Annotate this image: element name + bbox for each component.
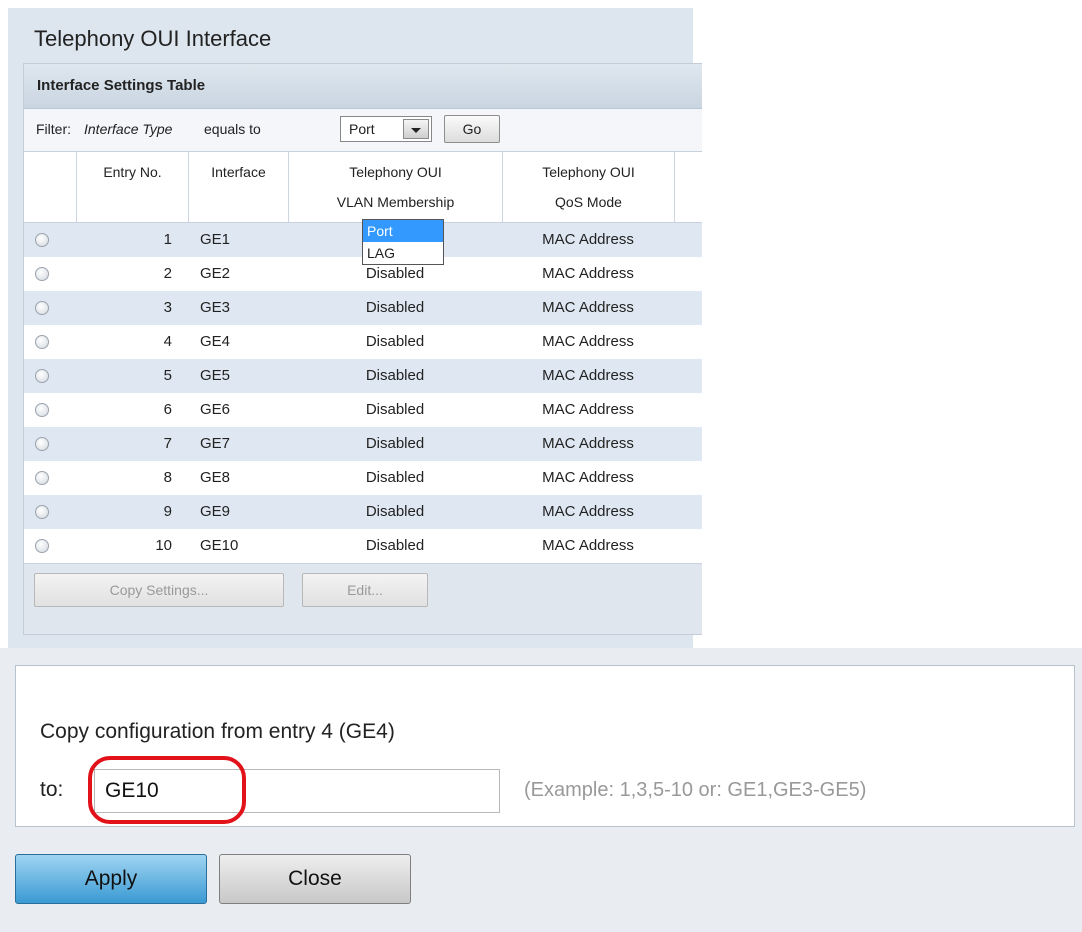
row-interface: GE2	[200, 265, 231, 282]
row-entry-no: 10	[155, 537, 172, 554]
filter-field-name: Interface Type	[84, 121, 173, 137]
row-radio[interactable]	[35, 471, 49, 485]
column-select	[24, 152, 76, 222]
row-qos-mode: MAC Address	[542, 299, 634, 316]
row-radio[interactable]	[35, 267, 49, 281]
row-vlan-membership: Disabled	[365, 503, 425, 520]
page-title: Telephony OUI Interface	[34, 26, 272, 51]
row-qos-mode: MAC Address	[542, 265, 634, 282]
row-vlan-membership: Disabled	[365, 537, 425, 554]
row-entry-no: 7	[163, 435, 172, 452]
row-vlan-membership: Disabled	[365, 435, 425, 452]
row-interface: GE7	[200, 435, 231, 452]
table-row: 5 GE5 Disabled MAC Address	[24, 359, 702, 393]
row-interface: GE4	[200, 333, 231, 350]
row-radio[interactable]	[35, 301, 49, 315]
filter-operator: equals to	[204, 121, 261, 137]
row-qos-mode: MAC Address	[542, 401, 634, 418]
table-caption: Interface Settings Table	[37, 77, 206, 94]
table-button-row: Copy Settings... Edit...	[24, 563, 702, 634]
row-radio[interactable]	[35, 437, 49, 451]
row-interface: GE10	[200, 537, 239, 554]
column-extra	[674, 152, 702, 222]
column-qos-label-line1: Telephony OUI	[542, 164, 635, 180]
row-entry-no: 8	[163, 469, 172, 486]
row-radio[interactable]	[35, 369, 49, 383]
copy-settings-dialog: Copy configuration from entry 4 (GE4) to…	[0, 648, 1082, 932]
interface-settings-table: Interface Settings Table Filter: Interfa…	[23, 63, 702, 635]
row-entry-no: 5	[163, 367, 172, 384]
row-radio[interactable]	[35, 233, 49, 247]
row-radio[interactable]	[35, 505, 49, 519]
row-radio[interactable]	[35, 403, 49, 417]
row-qos-mode: MAC Address	[542, 435, 634, 452]
dropdown-option-port[interactable]: Port	[363, 220, 443, 242]
row-entry-no: 3	[163, 299, 172, 316]
row-entry-no: 9	[163, 503, 172, 520]
to-input[interactable]	[94, 769, 500, 813]
row-entry-no: 4	[163, 333, 172, 350]
row-interface: GE6	[200, 401, 231, 418]
dropdown-option-lag[interactable]: LAG	[363, 242, 443, 264]
interface-type-selected: Port	[349, 121, 375, 137]
column-qos-label-line2: QoS Mode	[555, 194, 622, 210]
table-column-headers: Entry No. Interface Telephony OUI VLAN M…	[24, 152, 702, 223]
table-row: 10 GE10 Disabled MAC Address	[24, 529, 702, 563]
table-row: 4 GE4 Disabled MAC Address	[24, 325, 702, 359]
copy-config-title: Copy configuration from entry 4 (GE4)	[40, 720, 395, 743]
table-header-bar: Interface Settings Table	[24, 64, 702, 109]
row-vlan-membership: Disabled	[365, 299, 425, 316]
row-vlan-membership: Disabled	[365, 401, 425, 418]
row-interface: GE1	[200, 231, 231, 248]
interface-type-select[interactable]: Port	[340, 116, 432, 142]
row-interface: GE8	[200, 469, 231, 486]
row-vlan-membership: Disabled	[365, 469, 425, 486]
edit-button[interactable]: Edit...	[302, 573, 428, 607]
table-row: 9 GE9 Disabled MAC Address	[24, 495, 702, 529]
copy-settings-button[interactable]: Copy Settings...	[34, 573, 284, 607]
table-row: 6 GE6 Disabled MAC Address	[24, 393, 702, 427]
row-vlan-membership: Disabled	[365, 333, 425, 350]
row-qos-mode: MAC Address	[542, 367, 634, 384]
filter-row: Filter: Interface Type equals to Port Go	[24, 109, 702, 152]
row-qos-mode: MAC Address	[542, 333, 634, 350]
table-row: 7 GE7 Disabled MAC Address	[24, 427, 702, 461]
row-entry-no: 2	[163, 265, 172, 282]
row-interface: GE3	[200, 299, 231, 316]
row-entry-no: 1	[163, 231, 172, 248]
row-qos-mode: MAC Address	[542, 537, 634, 554]
row-vlan-membership: Disabled	[365, 367, 425, 384]
apply-button[interactable]: Apply	[15, 854, 207, 904]
column-qos-mode: Telephony OUI QoS Mode	[502, 152, 674, 222]
interface-type-dropdown-list: Port LAG	[362, 219, 444, 265]
oui-interface-panel: Telephony OUI Interface Interface Settin…	[8, 8, 702, 648]
column-entry-no: Entry No.	[76, 152, 188, 222]
column-interface-label: Interface	[211, 164, 266, 180]
row-qos-mode: MAC Address	[542, 469, 634, 486]
row-qos-mode: MAC Address	[542, 231, 634, 248]
to-example-hint: (Example: 1,3,5-10 or: GE1,GE3-GE5)	[524, 779, 867, 801]
row-radio[interactable]	[35, 335, 49, 349]
table-row: 3 GE3 Disabled MAC Address	[24, 291, 702, 325]
go-button[interactable]: Go	[444, 115, 500, 143]
column-vlan-membership: Telephony OUI VLAN Membership	[288, 152, 502, 222]
column-vlan-label-line1: Telephony OUI	[349, 164, 442, 180]
close-button[interactable]: Close	[219, 854, 411, 904]
table-row: 8 GE8 Disabled MAC Address	[24, 461, 702, 495]
to-label: to:	[40, 778, 64, 801]
column-interface: Interface	[188, 152, 288, 222]
chevron-down-icon[interactable]	[403, 119, 429, 139]
row-interface: GE5	[200, 367, 231, 384]
table-body: 1 GE1 Disabled MAC Address 2 GE2 Disable…	[24, 223, 702, 563]
row-qos-mode: MAC Address	[542, 503, 634, 520]
row-entry-no: 6	[163, 401, 172, 418]
column-entry-no-label: Entry No.	[103, 164, 162, 180]
row-vlan-membership: Disabled	[365, 265, 425, 282]
copy-config-box: Copy configuration from entry 4 (GE4) to…	[15, 665, 1075, 827]
row-interface: GE9	[200, 503, 231, 520]
filter-label: Filter:	[36, 121, 71, 137]
column-vlan-label-line2: VLAN Membership	[336, 194, 455, 210]
row-radio[interactable]	[35, 539, 49, 553]
